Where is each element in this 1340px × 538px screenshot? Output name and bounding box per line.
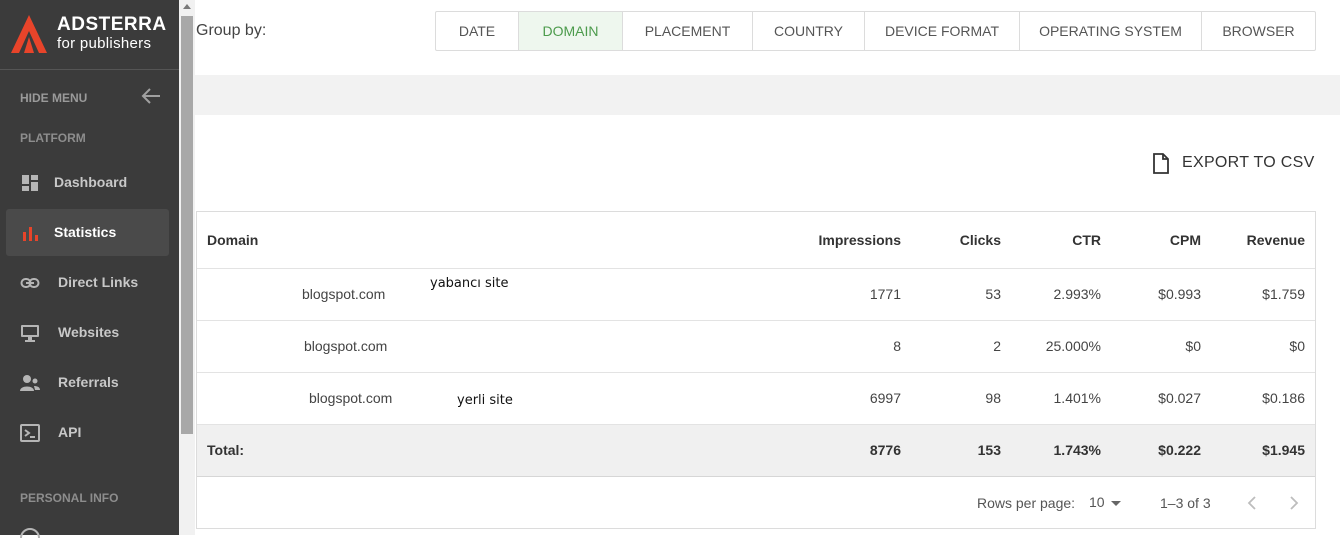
adsterra-logo-icon xyxy=(11,15,47,53)
page-range: 1–3 of 3 xyxy=(1160,495,1211,511)
chevron-right-icon[interactable] xyxy=(1283,493,1303,513)
impressions-cell: 1771 xyxy=(757,268,911,321)
cpm-cell: $0 xyxy=(1111,320,1211,373)
ctr-cell: 2.993% xyxy=(1011,268,1111,321)
domain-cell: blogspot.com xyxy=(197,320,757,373)
hide-menu-label[interactable]: HIDE MENU xyxy=(20,91,87,105)
sidebar-item-websites[interactable]: Websites xyxy=(6,309,169,356)
domain-text: blogspot.com xyxy=(309,389,393,406)
group-by-label: Group by: xyxy=(196,22,267,39)
tab-device-format[interactable]: DEVICE FORMAT xyxy=(865,12,1020,50)
total-row: Total: 8776 153 1.743% $0.222 $1.945 xyxy=(197,424,1315,477)
total-ctr: 1.743% xyxy=(1011,424,1111,477)
file-icon xyxy=(1153,152,1169,174)
monitor-icon xyxy=(21,325,39,342)
sidebar-item-direct-links[interactable]: Direct Links xyxy=(6,259,169,306)
total-label: Total: xyxy=(197,424,757,477)
handwritten-note: yerli site xyxy=(457,392,513,408)
rows-per-page-select[interactable]: 10 xyxy=(1089,494,1105,510)
domain-text: blogspot.com xyxy=(302,285,386,302)
column-header-impressions[interactable]: Impressions xyxy=(757,212,911,269)
total-impressions: 8776 xyxy=(757,424,911,477)
table-row: blogspot.com yabancı site 1771 53 2.993%… xyxy=(197,268,1315,321)
brand-name: ADSTERRA xyxy=(57,14,167,35)
pagination: Rows per page: 10 1–3 of 3 xyxy=(197,478,1315,528)
total-revenue: $1.945 xyxy=(1211,424,1315,477)
total-cpm: $0.222 xyxy=(1111,424,1211,477)
domain-cell: blogspot.com yerli site xyxy=(197,372,757,425)
sidebar-item-statistics[interactable]: Statistics xyxy=(6,209,169,256)
bar-chart-icon xyxy=(23,227,38,241)
logo[interactable]: ADSTERRA for publishers xyxy=(0,0,179,70)
tab-domain[interactable]: DOMAIN xyxy=(519,12,623,50)
clicks-cell: 53 xyxy=(911,268,1011,321)
ctr-cell: 1.401% xyxy=(1011,372,1111,425)
revenue-cell: $0 xyxy=(1211,320,1315,373)
revenue-cell: $0.186 xyxy=(1211,372,1315,425)
clicks-cell: 2 xyxy=(911,320,1011,373)
ctr-cell: 25.000% xyxy=(1011,320,1111,373)
personal-info-section-label: PERSONAL INFO xyxy=(20,491,119,505)
column-header-domain[interactable]: Domain xyxy=(197,212,757,269)
terminal-icon xyxy=(20,424,40,442)
group-by-tabs: DATE DOMAIN PLACEMENT COUNTRY DEVICE FOR… xyxy=(435,11,1316,51)
sidebar-item-label: Websites xyxy=(58,324,120,340)
people-icon xyxy=(20,375,40,391)
sidebar-item-label: Statistics xyxy=(54,224,117,240)
tab-date[interactable]: DATE xyxy=(436,12,519,50)
total-clicks: 153 xyxy=(911,424,1011,477)
brand-tagline: for publishers xyxy=(57,35,152,52)
cpm-cell: $0.027 xyxy=(1111,372,1211,425)
table-row: blogspot.com yerli site 6997 98 1.401% $… xyxy=(197,372,1315,425)
column-header-clicks[interactable]: Clicks xyxy=(911,212,1011,269)
tab-operating-system[interactable]: OPERATING SYSTEM xyxy=(1020,12,1202,50)
arrow-left-icon[interactable] xyxy=(140,86,162,106)
sidebar-item-api[interactable]: API xyxy=(6,409,169,456)
handwritten-note: yabancı site xyxy=(430,275,509,291)
platform-section-label: PLATFORM xyxy=(20,131,86,145)
export-csv-label: EXPORT TO CSV xyxy=(1182,154,1315,171)
statistics-table: Domain Impressions Clicks CTR CPM Revenu… xyxy=(196,211,1316,529)
chevron-left-icon[interactable] xyxy=(1243,493,1263,513)
domain-cell: blogspot.com yabancı site xyxy=(197,268,757,321)
scroll-thumb[interactable] xyxy=(181,16,193,434)
tab-placement[interactable]: PLACEMENT xyxy=(623,12,753,50)
sidebar-item-referrals[interactable]: Referrals xyxy=(6,359,169,406)
sidebar-item-label: Direct Links xyxy=(58,274,139,290)
tab-browser[interactable]: BROWSER xyxy=(1202,12,1315,50)
sidebar-scrollbar[interactable] xyxy=(179,0,195,535)
column-header-ctr[interactable]: CTR xyxy=(1011,212,1111,269)
caret-down-icon[interactable] xyxy=(1111,501,1121,506)
filter-band xyxy=(195,75,1340,115)
sidebar-item-dashboard[interactable]: Dashboard xyxy=(6,159,169,206)
account-icon xyxy=(20,528,40,538)
domain-text: blogspot.com xyxy=(304,337,388,354)
dashboard-icon xyxy=(22,175,38,191)
sidebar: ADSTERRA for publishers HIDE MENU PLATFO… xyxy=(0,0,179,538)
impressions-cell: 8 xyxy=(757,320,911,373)
impressions-cell: 6997 xyxy=(757,372,911,425)
export-csv-button[interactable]: EXPORT TO CSV xyxy=(1152,152,1315,174)
rows-per-page-label: Rows per page: xyxy=(977,495,1076,511)
table-row: blogspot.com 8 2 25.000% $0 $0 xyxy=(197,320,1315,373)
clicks-cell: 98 xyxy=(911,372,1011,425)
table-header-row: Domain Impressions Clicks CTR CPM Revenu… xyxy=(197,212,1315,269)
sidebar-item-label: API xyxy=(58,424,82,440)
column-header-revenue[interactable]: Revenue xyxy=(1211,212,1315,269)
scroll-up-arrow-icon[interactable] xyxy=(183,4,191,9)
sidebar-item-label: Referrals xyxy=(58,374,119,390)
cpm-cell: $0.993 xyxy=(1111,268,1211,321)
column-header-cpm[interactable]: CPM xyxy=(1111,212,1211,269)
link-icon xyxy=(20,278,40,288)
revenue-cell: $1.759 xyxy=(1211,268,1315,321)
tab-country[interactable]: COUNTRY xyxy=(753,12,865,50)
sidebar-item-label: Dashboard xyxy=(54,174,128,190)
